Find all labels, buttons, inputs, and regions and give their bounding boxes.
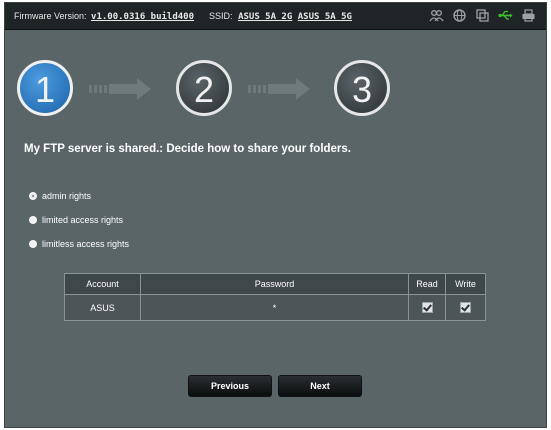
table-header-row: Account Password Read Write — [64, 273, 486, 295]
next-button[interactable]: Next — [278, 375, 362, 397]
previous-button[interactable]: Previous — [188, 375, 272, 397]
account-permissions-table: Account Password Read Write ASUS * — [64, 273, 486, 321]
firmware-label: Firmware Version: — [14, 11, 87, 21]
radio-icon[interactable] — [29, 216, 37, 224]
account-cell: ASUS — [64, 294, 141, 321]
step-3-indicator: 3 — [334, 60, 390, 116]
radio-admin-rights[interactable]: admin rights — [29, 191, 91, 201]
printer-icon[interactable] — [521, 8, 536, 23]
ssid-label: SSID: — [209, 11, 233, 21]
write-checkbox[interactable] — [460, 302, 471, 314]
page-title: My FTP server is shared.: Decide how to … — [24, 143, 352, 155]
step-2-indicator: 2 — [176, 60, 232, 116]
radio-limitless-access-rights[interactable]: limitless access rights — [29, 239, 129, 249]
step-arrow-icon — [89, 78, 151, 100]
users-icon[interactable] — [429, 8, 444, 23]
radio-label: admin rights — [42, 191, 92, 201]
step-arrow-icon — [248, 78, 310, 100]
firmware-info: Firmware Version: v1.00.0316_build400 SS… — [14, 11, 352, 22]
column-header-read: Read — [408, 273, 446, 295]
read-checkbox[interactable] — [421, 302, 433, 314]
read-cell — [408, 294, 446, 321]
table-row: ASUS * — [64, 294, 486, 321]
usb-icon[interactable] — [498, 8, 513, 23]
radio-label: limitless access rights — [42, 239, 130, 249]
radio-selected-icon[interactable] — [29, 192, 37, 200]
radio-icon[interactable] — [29, 240, 37, 248]
column-header-password: Password — [140, 273, 409, 295]
ssid-2g-link[interactable]: ASUS_5A_2G — [238, 12, 292, 22]
ftp-setup-window: Firmware Version: v1.00.0316_build400 SS… — [4, 2, 547, 428]
copy-icon[interactable] — [475, 8, 490, 23]
ssid-5g-link[interactable]: ASUS_5A_5G — [298, 12, 352, 22]
wizard-steps: 1 2 3 — [5, 49, 546, 129]
globe-icon[interactable] — [452, 8, 467, 23]
step-1-indicator: 1 — [17, 60, 73, 116]
column-header-write: Write — [445, 273, 486, 295]
column-header-account: Account — [64, 273, 141, 295]
radio-label: limited access rights — [42, 215, 124, 225]
status-bar: Firmware Version: v1.00.0316_build400 SS… — [5, 3, 546, 30]
status-icons — [429, 8, 536, 23]
firmware-version-link[interactable]: v1.00.0316_build400 — [91, 12, 194, 22]
password-cell: * — [140, 294, 409, 321]
radio-limited-access-rights[interactable]: limited access rights — [29, 215, 123, 225]
write-cell — [445, 294, 486, 321]
